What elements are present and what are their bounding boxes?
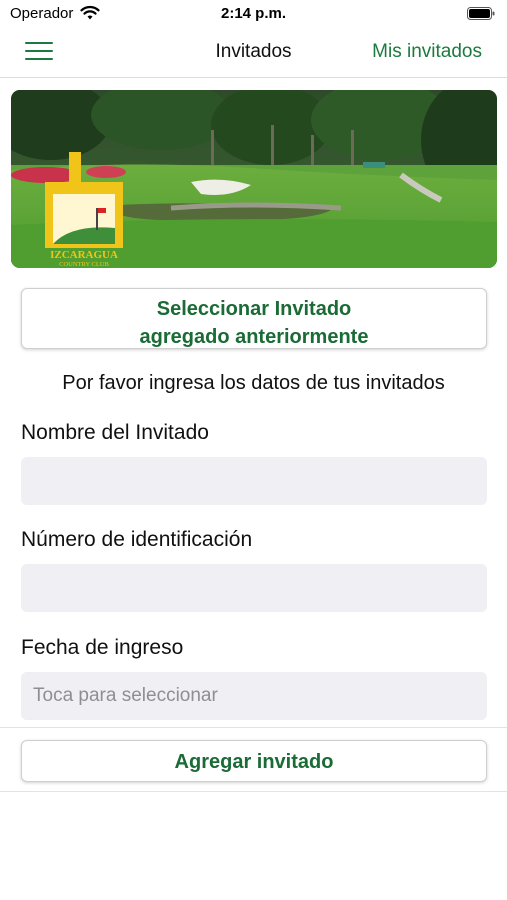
golf-course-banner: IZCARAGUA COUNTRY CLUB: [11, 90, 497, 268]
logo-text-line2: COUNTRY CLUB: [59, 261, 109, 268]
add-guest-button[interactable]: Agregar invitado: [21, 740, 487, 782]
entry-date-picker[interactable]: [21, 672, 487, 720]
divider: [0, 727, 507, 728]
select-previous-guest-line2: agregado anteriormente: [139, 326, 369, 348]
logo-text-line1: IZCARAGUA: [50, 249, 118, 261]
id-number-input[interactable]: [21, 564, 487, 612]
battery-icon: [467, 7, 495, 20]
status-bar: Operador 2:14 p.m.: [0, 0, 507, 28]
navigation-bar: Invitados Mis invitados: [0, 28, 507, 78]
guest-name-input[interactable]: [21, 457, 487, 505]
select-previous-guest-button[interactable]: Seleccionar Invitado agregado anteriorme…: [21, 288, 487, 349]
form-instructions: Por favor ingresa los datos de tus invit…: [62, 372, 445, 394]
golf-course-image: IZCARAGUA COUNTRY CLUB: [11, 90, 497, 268]
status-time: 2:14 p.m.: [220, 5, 287, 22]
guest-name-label: Nombre del Invitado: [21, 421, 209, 444]
divider: [0, 791, 507, 792]
id-number-label: Número de identificación: [21, 528, 253, 551]
select-previous-guest-line1: Seleccionar Invitado: [156, 298, 352, 320]
entry-date-label: Fecha de ingreso: [21, 636, 184, 659]
my-guests-link[interactable]: Mis invitados: [372, 41, 482, 63]
